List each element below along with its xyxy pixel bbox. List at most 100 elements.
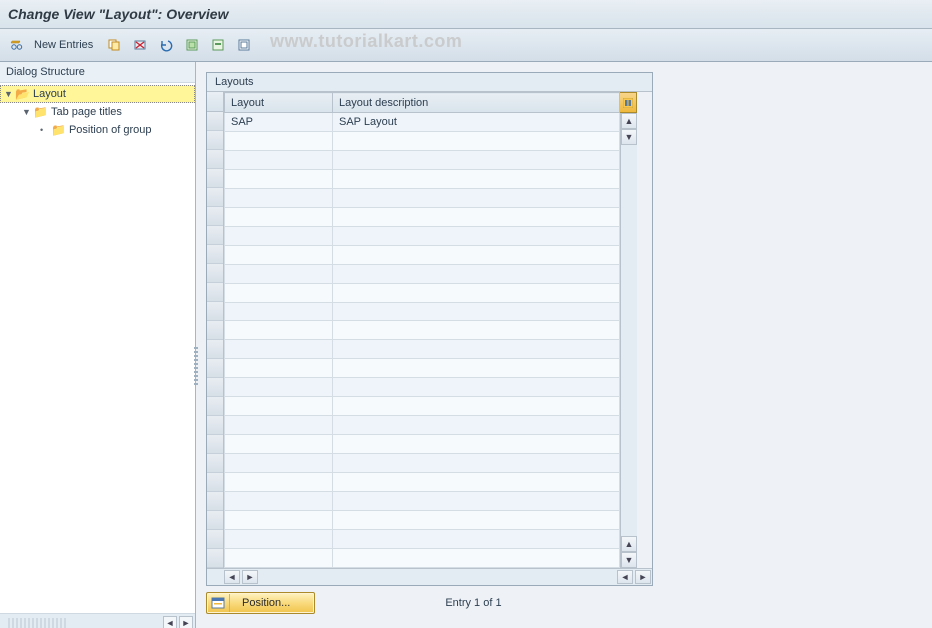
cell-layout[interactable] (225, 150, 333, 169)
table-row[interactable] (225, 207, 620, 226)
cell-description[interactable] (333, 416, 620, 435)
row-header-cell[interactable] (207, 169, 223, 188)
row-header-cell[interactable] (207, 549, 223, 568)
table-row[interactable] (225, 131, 620, 150)
scroll-right-button[interactable]: ► (635, 570, 651, 584)
row-header-cell[interactable] (207, 112, 223, 131)
table-row[interactable] (225, 264, 620, 283)
splitter-handle[interactable] (194, 347, 198, 387)
cell-layout[interactable] (225, 454, 333, 473)
cell-layout[interactable] (225, 188, 333, 207)
table-row[interactable] (225, 492, 620, 511)
cell-description[interactable] (333, 454, 620, 473)
table-row[interactable] (225, 169, 620, 188)
expander-icon[interactable]: ▼ (22, 107, 30, 117)
row-header-cell[interactable] (207, 150, 223, 169)
row-header-cell[interactable] (207, 131, 223, 150)
table-row[interactable] (225, 454, 620, 473)
hscroll-left-button[interactable]: ◄ (163, 616, 177, 628)
scroll-up-button[interactable]: ▲ (621, 113, 637, 129)
cell-layout[interactable] (225, 435, 333, 454)
cell-layout[interactable] (225, 416, 333, 435)
column-header-description[interactable]: Layout description (333, 93, 620, 113)
deselect-all-button[interactable] (233, 34, 255, 56)
cell-description[interactable] (333, 150, 620, 169)
cell-description[interactable] (333, 321, 620, 340)
row-header-cell[interactable] (207, 359, 223, 378)
cell-layout[interactable] (225, 378, 333, 397)
table-row[interactable] (225, 511, 620, 530)
new-entries-button[interactable]: New Entries (34, 39, 93, 51)
scroll-left-button[interactable]: ◄ (224, 570, 240, 584)
table-row[interactable] (225, 359, 620, 378)
scroll-down-button[interactable]: ▼ (621, 552, 637, 568)
configure-columns-button[interactable] (620, 92, 637, 113)
row-header-cell[interactable] (207, 454, 223, 473)
table-row[interactable] (225, 226, 620, 245)
cell-layout[interactable] (225, 131, 333, 150)
cell-layout[interactable] (225, 397, 333, 416)
column-header-layout[interactable]: Layout (225, 93, 333, 113)
scroll-left-button[interactable]: ◄ (617, 570, 633, 584)
table-row[interactable] (225, 397, 620, 416)
cell-layout[interactable] (225, 473, 333, 492)
scroll-right-button[interactable]: ► (242, 570, 258, 584)
row-header-cell[interactable] (207, 264, 223, 283)
table-row[interactable] (225, 245, 620, 264)
row-header-cell[interactable] (207, 397, 223, 416)
tree-node-layout[interactable]: ▼ 📂 Layout (0, 85, 195, 103)
horizontal-scrollbar[interactable]: ◄ ► ◄ ► (207, 568, 652, 585)
cell-description[interactable] (333, 207, 620, 226)
cell-layout[interactable] (225, 245, 333, 264)
cell-layout[interactable] (225, 359, 333, 378)
delete-button[interactable] (129, 34, 151, 56)
row-header-cell[interactable] (207, 416, 223, 435)
row-header-cell[interactable] (207, 283, 223, 302)
row-header-cell[interactable] (207, 207, 223, 226)
row-header-cell[interactable] (207, 302, 223, 321)
row-header-cell[interactable] (207, 492, 223, 511)
cell-description[interactable] (333, 473, 620, 492)
resize-grip[interactable] (8, 618, 68, 628)
toggle-display-change-button[interactable] (6, 34, 28, 56)
cell-layout[interactable] (225, 321, 333, 340)
cell-description[interactable] (333, 188, 620, 207)
cell-layout[interactable] (225, 340, 333, 359)
cell-description[interactable] (333, 397, 620, 416)
scroll-down-button[interactable]: ▼ (621, 129, 637, 145)
cell-layout[interactable] (225, 169, 333, 188)
row-header-cell[interactable] (207, 226, 223, 245)
table-row[interactable]: SAP SAP Layout (225, 113, 620, 132)
row-header-cell[interactable] (207, 435, 223, 454)
cell-layout[interactable] (225, 548, 333, 567)
row-header-cell[interactable] (207, 340, 223, 359)
row-header-corner[interactable] (207, 92, 223, 112)
cell-layout[interactable] (225, 511, 333, 530)
cell-layout[interactable]: SAP (225, 113, 333, 132)
row-header-cell[interactable] (207, 511, 223, 530)
row-header-cell[interactable] (207, 245, 223, 264)
cell-description[interactable] (333, 264, 620, 283)
cell-layout[interactable] (225, 302, 333, 321)
table-row[interactable] (225, 283, 620, 302)
select-all-button[interactable] (181, 34, 203, 56)
table-row[interactable] (225, 435, 620, 454)
table-row[interactable] (225, 340, 620, 359)
table-row[interactable] (225, 188, 620, 207)
cell-description[interactable] (333, 226, 620, 245)
cell-description[interactable] (333, 283, 620, 302)
table-row[interactable] (225, 302, 620, 321)
row-header-cell[interactable] (207, 473, 223, 492)
cell-description[interactable] (333, 511, 620, 530)
row-header-cell[interactable] (207, 378, 223, 397)
table-row[interactable] (225, 150, 620, 169)
cell-description[interactable] (333, 378, 620, 397)
hscroll-right-button[interactable]: ► (179, 616, 193, 628)
vertical-scrollbar[interactable]: ▲ ▼ ▲ ▼ (620, 113, 637, 568)
cell-layout[interactable] (225, 207, 333, 226)
cell-layout[interactable] (225, 226, 333, 245)
tree-node-tab-page-titles[interactable]: ▼ 📁 Tab page titles (0, 103, 195, 121)
undo-button[interactable] (155, 34, 177, 56)
expander-icon[interactable]: ▼ (4, 89, 12, 99)
cell-description[interactable]: SAP Layout (333, 113, 620, 132)
